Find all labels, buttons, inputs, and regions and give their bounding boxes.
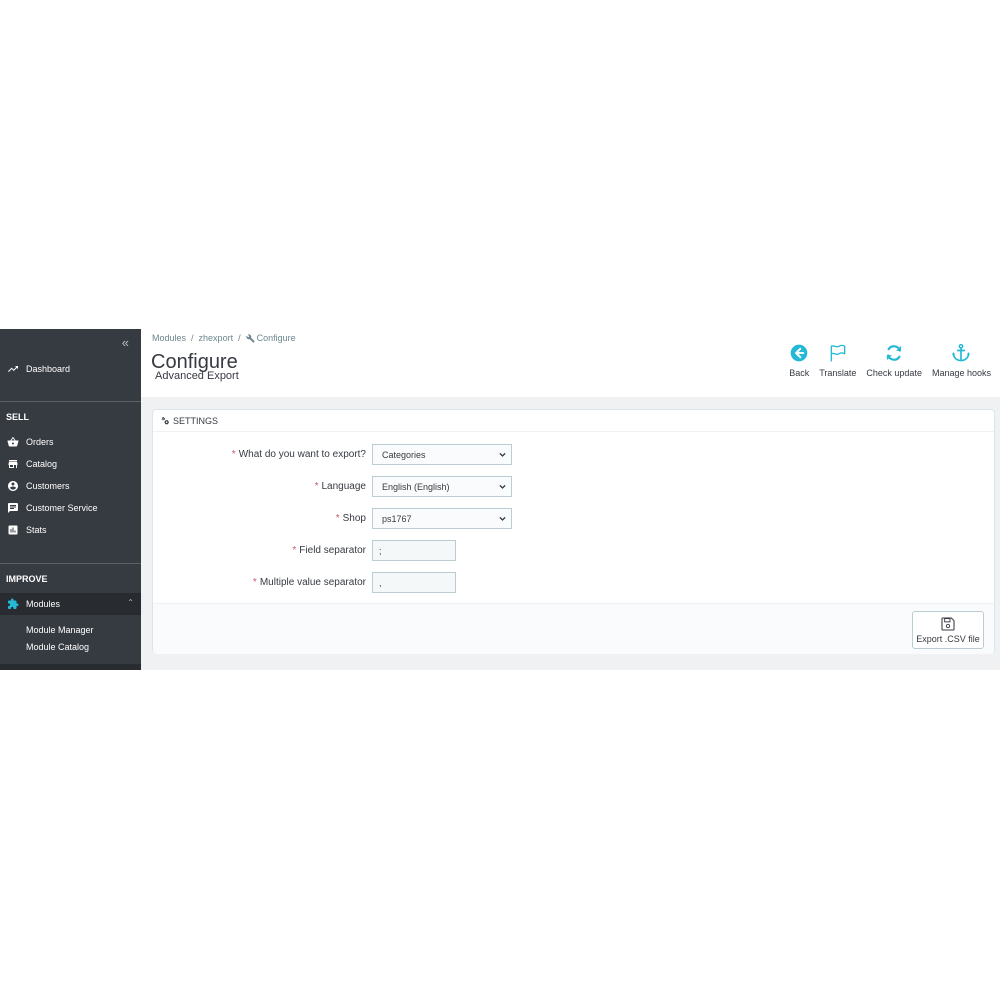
export-csv-button[interactable]: Export .CSV file bbox=[912, 611, 984, 649]
admin-frame: « Dashboard SELL Orders Catalog Customer… bbox=[0, 329, 1000, 670]
sidebar-item-orders[interactable]: Orders bbox=[0, 431, 141, 453]
panel-header: SETTINGS bbox=[153, 410, 994, 432]
account-circle-icon bbox=[6, 479, 20, 493]
sidebar-item-label: Stats bbox=[26, 525, 47, 535]
collapse-sidebar-icon[interactable]: « bbox=[122, 335, 129, 350]
multiple-value-separator-input[interactable]: , bbox=[372, 572, 456, 593]
anchor-icon bbox=[952, 343, 971, 362]
select-value: Categories bbox=[382, 449, 426, 460]
field-label: * What do you want to export? bbox=[231, 449, 366, 460]
breadcrumb-configure-label: Configure bbox=[256, 333, 296, 343]
sidebar-item-label: Catalog bbox=[26, 459, 58, 469]
sidebar-item-label: Dashboard bbox=[26, 364, 71, 374]
chevron-down-icon bbox=[499, 516, 506, 521]
field-label: * Multiple value separator bbox=[252, 577, 366, 588]
cogs-icon bbox=[161, 416, 169, 424]
trending-up-icon bbox=[6, 362, 20, 376]
flag-icon bbox=[830, 344, 846, 362]
sidebar-item-customer-service[interactable]: Customer Service bbox=[0, 497, 141, 519]
chat-icon bbox=[6, 501, 20, 515]
sidebar-item-catalog[interactable]: Catalog bbox=[0, 453, 141, 475]
sidebar-item-customers[interactable]: Customers bbox=[0, 475, 141, 497]
chevron-down-icon bbox=[499, 484, 506, 489]
manage-hooks-label: Manage hooks bbox=[931, 368, 991, 378]
export-type-select[interactable]: Categories bbox=[372, 444, 512, 465]
form-row-language: * Language English (English) bbox=[153, 476, 994, 498]
breadcrumb-separator: / bbox=[191, 333, 194, 343]
sidebar-item-label: Customers bbox=[26, 481, 70, 491]
select-value: English (English) bbox=[382, 481, 450, 492]
page-header: Modules / zhexport / Configure Configure… bbox=[141, 329, 1000, 397]
sidebar-divider bbox=[0, 401, 141, 402]
sidebar-item-stats[interactable]: Stats bbox=[0, 519, 141, 541]
breadcrumb: Modules / zhexport / Configure bbox=[152, 333, 296, 343]
sidebar-item-label: Modules bbox=[26, 599, 61, 609]
export-csv-label: Export .CSV file bbox=[916, 634, 980, 644]
field-label: * Language bbox=[314, 481, 366, 492]
field-label: * Shop bbox=[335, 513, 366, 524]
back-button[interactable]: Back bbox=[784, 343, 814, 378]
language-select[interactable]: English (English) bbox=[372, 476, 512, 497]
save-icon bbox=[941, 617, 955, 631]
back-label: Back bbox=[789, 368, 810, 378]
check-update-label: Check update bbox=[866, 368, 922, 378]
form-row-shop: * Shop ps1767 bbox=[153, 508, 994, 530]
translate-button[interactable]: Translate bbox=[814, 343, 861, 378]
basket-icon bbox=[6, 435, 20, 449]
breadcrumb-modules[interactable]: Modules bbox=[152, 333, 186, 343]
sidebar-item-label: Customer Service bbox=[26, 503, 98, 513]
required-mark: * bbox=[314, 481, 319, 492]
breadcrumb-configure: Configure bbox=[245, 333, 296, 343]
refresh-icon bbox=[887, 345, 902, 361]
main-content: SETTINGS * What do you want to export? Ca… bbox=[141, 397, 1000, 670]
sidebar: « Dashboard SELL Orders Catalog Customer… bbox=[0, 329, 141, 670]
required-mark: * bbox=[292, 545, 297, 556]
form-row-multiple-value-separator: * Multiple value separator , bbox=[153, 572, 994, 594]
panel-footer: Export .CSV file bbox=[153, 603, 994, 654]
check-update-button[interactable]: Check update bbox=[861, 343, 927, 378]
sidebar-subitem-module-manager[interactable]: Module Manager bbox=[26, 625, 94, 635]
manage-hooks-button[interactable]: Manage hooks bbox=[927, 343, 996, 378]
sidebar-section-improve: IMPROVE bbox=[6, 574, 48, 584]
toolbar: Back Translate Check update Manage hooks bbox=[784, 343, 996, 378]
form-row-field-separator: * Field separator ; bbox=[153, 540, 994, 562]
select-value: ps1767 bbox=[382, 513, 412, 524]
sidebar-item-dashboard[interactable]: Dashboard bbox=[0, 358, 141, 380]
assessment-icon bbox=[6, 523, 20, 537]
wrench-icon bbox=[245, 333, 255, 343]
chevron-up-icon: ⌃ bbox=[127, 598, 134, 607]
sidebar-section-sell: SELL bbox=[6, 412, 30, 422]
store-icon bbox=[6, 457, 20, 471]
breadcrumb-separator: / bbox=[238, 333, 241, 343]
required-mark: * bbox=[231, 449, 236, 460]
sidebar-divider bbox=[0, 563, 141, 564]
sidebar-item-modules[interactable]: Modules ⌃ bbox=[0, 593, 141, 615]
field-label: * Field separator bbox=[292, 545, 366, 556]
field-separator-input[interactable]: ; bbox=[372, 540, 456, 561]
breadcrumb-zhexport[interactable]: zhexport bbox=[199, 333, 234, 343]
chevron-down-icon bbox=[499, 452, 506, 457]
shop-select[interactable]: ps1767 bbox=[372, 508, 512, 529]
panel-title: SETTINGS bbox=[173, 415, 219, 426]
required-mark: * bbox=[252, 577, 257, 588]
required-mark: * bbox=[335, 513, 340, 524]
page-subtitle: Advanced Export bbox=[155, 370, 239, 382]
arrow-circle-left-icon bbox=[790, 344, 808, 362]
sidebar-subitem-module-catalog[interactable]: Module Catalog bbox=[26, 642, 89, 652]
translate-label: Translate bbox=[819, 368, 857, 378]
puzzle-icon bbox=[6, 597, 20, 611]
settings-panel: SETTINGS * What do you want to export? Ca… bbox=[152, 409, 995, 654]
form-row-export-type: * What do you want to export? Categories bbox=[153, 444, 994, 466]
sidebar-next-item bbox=[0, 664, 141, 670]
sidebar-item-label: Orders bbox=[26, 437, 54, 447]
